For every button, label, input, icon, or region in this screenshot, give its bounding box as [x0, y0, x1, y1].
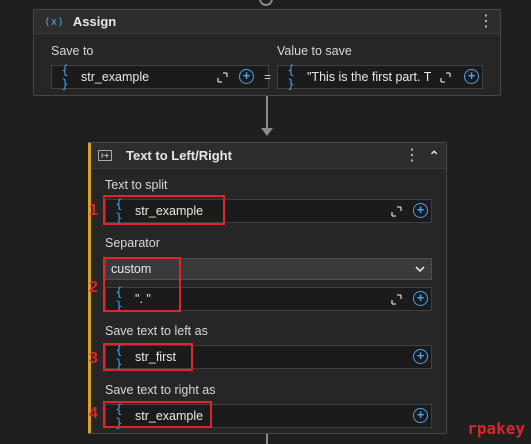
value-to-save-label: Value to save	[277, 44, 352, 58]
annotation-number-1: 1	[89, 202, 98, 219]
annotation-number-3: 3	[89, 350, 98, 367]
annotation-box-1	[103, 195, 225, 225]
annotation-box-2	[103, 257, 181, 312]
add-variable-icon[interactable]: +	[464, 69, 479, 84]
separator-label: Separator	[105, 236, 160, 250]
save-left-label: Save text to left as	[105, 324, 208, 338]
expand-icon[interactable]	[391, 206, 402, 217]
split-title: Text to Left/Right	[126, 148, 232, 163]
text-to-split-label: Text to split	[105, 178, 168, 192]
watermark-logo: rpakey	[467, 419, 525, 438]
expand-icon[interactable]	[440, 72, 451, 83]
connector-line-top	[266, 96, 268, 128]
annotation-number-4: 4	[89, 405, 98, 422]
assign-title: Assign	[72, 14, 117, 29]
add-variable-icon[interactable]: +	[413, 349, 428, 364]
split-card-header[interactable]: Text to Left/Right ⋮ ⌃	[91, 143, 446, 169]
add-variable-icon[interactable]: +	[413, 291, 428, 306]
chevron-down-icon	[415, 266, 425, 273]
save-to-label: Save to	[51, 44, 94, 58]
collapse-icon[interactable]: ⌃	[428, 149, 440, 163]
annotation-number-2: 2	[89, 279, 98, 296]
annotation-box-3	[103, 343, 193, 371]
connector-line-bottom	[266, 434, 268, 444]
value-to-save-field[interactable]: { } "This is the first part. T	[277, 63, 483, 91]
equals-sign: =	[264, 70, 272, 84]
add-variable-icon[interactable]: +	[413, 408, 428, 423]
connector-arrow	[261, 128, 273, 136]
variable-braces-icon: { }	[61, 63, 69, 91]
assign-card-header[interactable]: (x) Assign ⋮	[34, 10, 500, 34]
annotation-box-4	[103, 401, 212, 428]
kebab-menu-icon[interactable]: ⋮	[478, 14, 494, 30]
split-text-icon	[98, 150, 112, 161]
add-variable-icon[interactable]: +	[413, 203, 428, 218]
kebab-menu-icon[interactable]: ⋮	[404, 148, 420, 164]
variable-braces-icon: { }	[287, 63, 295, 91]
save-right-label: Save text to right as	[105, 383, 216, 397]
variable-icon: (x)	[44, 15, 64, 28]
expand-icon[interactable]	[217, 72, 228, 83]
expand-icon[interactable]	[391, 294, 402, 305]
connector-node	[259, 0, 273, 6]
add-variable-icon[interactable]: +	[239, 69, 254, 84]
value-to-save-value: "This is the first part. T	[307, 70, 432, 84]
save-to-field[interactable]: { } str_example	[51, 63, 269, 91]
assign-card[interactable]: (x) Assign ⋮ Save to { } str_example + =…	[33, 9, 501, 96]
save-to-value: str_example	[81, 70, 150, 84]
